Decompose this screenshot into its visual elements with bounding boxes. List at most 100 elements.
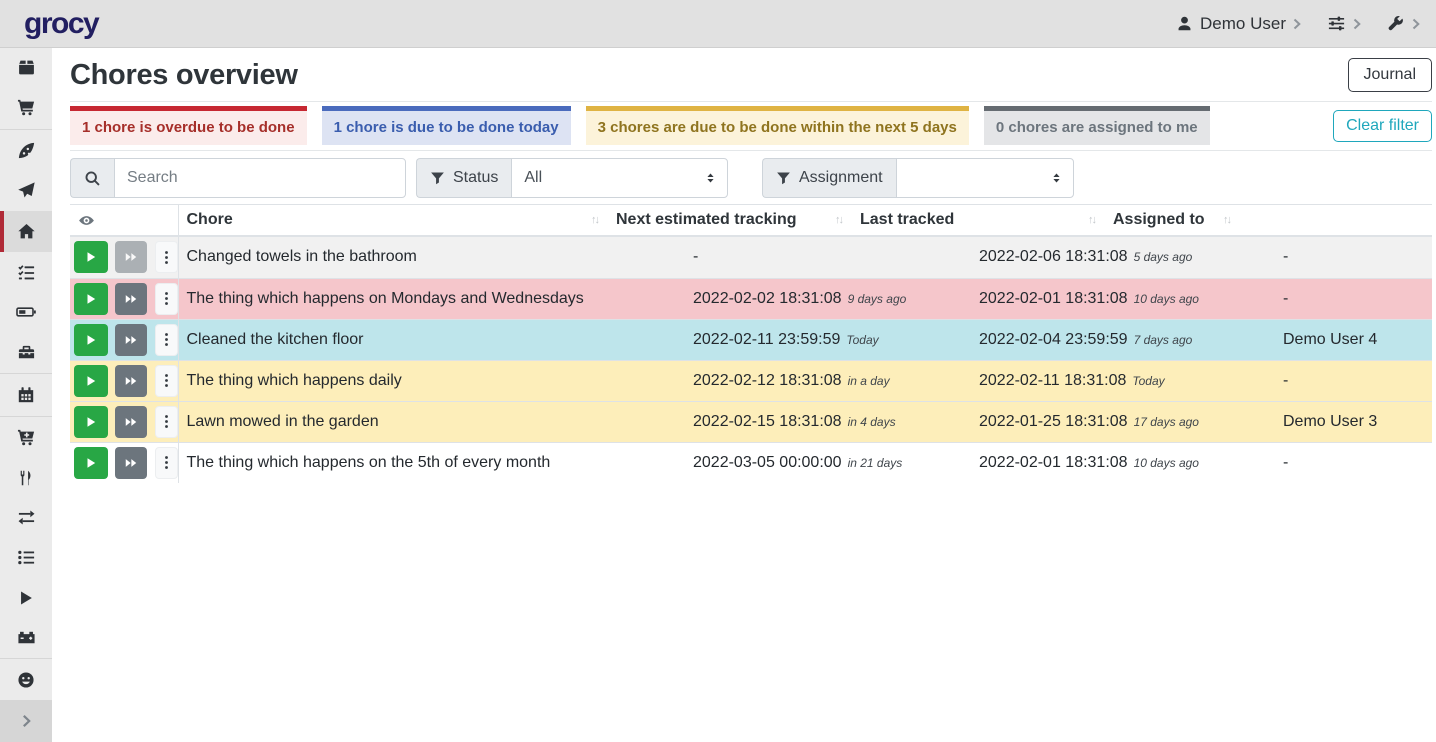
sidebar-item-transfer[interactable] [0, 498, 52, 538]
sidebar-item-consume[interactable] [0, 458, 52, 498]
table-row: Cleaned the kitchen floor 2022-02-11 23:… [70, 319, 1432, 360]
assignment-filter-group: Assignment [762, 158, 1074, 198]
table-row: The thing which happens on Mondays and W… [70, 278, 1432, 319]
shopping-cart-icon [17, 98, 36, 117]
track-chore-button[interactable] [74, 283, 108, 315]
chevron-right-icon [1293, 18, 1301, 30]
next-tracking-cell: 2022-02-12 18:31:08in a day [685, 360, 971, 401]
chore-name: The thing which happens daily [178, 360, 685, 401]
assigned-to-cell: - [1275, 360, 1432, 401]
overdue-chores-card[interactable]: 1 chore is overdue to be done [70, 106, 307, 145]
sidebar-item-recipes[interactable] [0, 131, 52, 171]
filter-icon [430, 171, 445, 186]
sidebar-item-meal-plan[interactable] [0, 171, 52, 211]
relative-time: Today [846, 333, 878, 347]
sidebar-item-chores-overview[interactable] [0, 211, 52, 253]
user-menu-label: Demo User [1200, 14, 1286, 34]
settings-menu[interactable] [1327, 14, 1361, 33]
next-tracking-cell: 2022-02-15 18:31:08in 4 days [685, 401, 971, 442]
home-icon [17, 222, 36, 241]
sidebar-item-purchase[interactable] [0, 418, 52, 458]
chore-name: The thing which happens on Mondays and W… [178, 278, 685, 319]
user-menu[interactable]: Demo User [1176, 14, 1301, 34]
sidebar-item-battery-tracking[interactable] [0, 617, 52, 657]
skip-chore-button[interactable] [115, 365, 147, 397]
chevron-right-icon [1412, 18, 1420, 30]
chore-row-menu-button[interactable] [155, 324, 178, 356]
sidebar-item-calendar[interactable] [0, 375, 52, 415]
next-tracking-cell: 2022-03-05 00:00:00in 21 days [685, 442, 971, 483]
status-filter-group: Status All [416, 158, 728, 198]
play-icon [84, 374, 98, 388]
track-chore-button[interactable] [74, 447, 108, 479]
column-header-next-tracking[interactable]: Next estimated tracking↑↓ [608, 205, 852, 237]
assignment-filter-label: Assignment [762, 158, 896, 198]
smiley-icon [17, 671, 35, 689]
sidebar [0, 48, 52, 742]
sidebar-item-shopping-list[interactable] [0, 88, 52, 128]
play-icon [84, 292, 98, 306]
sidebar-item-tasks[interactable] [0, 252, 52, 292]
column-header-assigned-to[interactable]: Assigned to↑↓ [1105, 205, 1240, 237]
toolbox-icon [17, 343, 36, 362]
sidebar-collapse-toggle[interactable] [0, 700, 52, 742]
chore-row-menu-button[interactable] [155, 406, 178, 438]
chore-row-menu-button[interactable] [155, 241, 178, 273]
play-icon [84, 333, 98, 347]
track-chore-button[interactable] [74, 241, 108, 273]
relative-time: 17 days ago [1134, 415, 1199, 429]
sidebar-item-batteries[interactable] [0, 292, 52, 332]
admin-menu[interactable] [1387, 15, 1420, 33]
relative-time: 10 days ago [1134, 292, 1199, 306]
sidebar-item-equipment[interactable] [0, 332, 52, 372]
clear-filter-button[interactable]: Clear filter [1333, 110, 1432, 142]
assignment-filter-select[interactable] [896, 158, 1074, 198]
status-filter-label: Status [416, 158, 511, 198]
chore-row-menu-button[interactable] [155, 283, 178, 315]
track-chore-button[interactable] [74, 406, 108, 438]
journal-button[interactable]: Journal [1348, 58, 1432, 92]
due-today-chores-card[interactable]: 1 chore is due to be done today [322, 106, 571, 145]
sidebar-item-user-settings[interactable] [0, 660, 52, 700]
skip-chore-button[interactable] [115, 324, 147, 356]
column-header-last-tracked[interactable]: Last tracked↑↓ [852, 205, 1105, 237]
filter-icon [776, 171, 791, 186]
due-soon-chores-card[interactable]: 3 chores are due to be done within the n… [586, 106, 969, 145]
select-arrows-icon [1051, 171, 1062, 185]
last-tracked-cell: 2022-02-01 18:31:0810 days ago [971, 442, 1275, 483]
car-battery-icon [17, 628, 36, 647]
sidebar-item-stock-overview[interactable] [0, 48, 52, 88]
fast-forward-icon [124, 374, 138, 388]
sidebar-item-inventory[interactable] [0, 538, 52, 578]
column-header-filler [1240, 205, 1432, 237]
column-header-chore[interactable]: Chore↑↓ [178, 205, 608, 237]
sliders-icon [1327, 14, 1346, 33]
chore-row-menu-button[interactable] [155, 365, 178, 397]
skip-chore-button[interactable] [115, 241, 147, 273]
assigned-to-cell: - [1275, 442, 1432, 483]
app-logo[interactable]: grocy [24, 7, 98, 41]
ellipsis-vertical-icon [164, 331, 169, 348]
last-tracked-cell: 2022-02-06 18:31:085 days ago [971, 237, 1275, 278]
track-chore-button[interactable] [74, 365, 108, 397]
search-input[interactable] [114, 158, 406, 198]
skip-chore-button[interactable] [115, 447, 147, 479]
status-filter-value: All [524, 169, 542, 187]
chore-row-menu-button[interactable] [155, 447, 178, 479]
assigned-to-me-card[interactable]: 0 chores are assigned to me [984, 106, 1210, 145]
next-tracking-cell: - [685, 237, 971, 278]
status-filter-select[interactable]: All [511, 158, 728, 198]
sidebar-divider [0, 129, 52, 130]
track-chore-button[interactable] [74, 324, 108, 356]
table-row: Lawn mowed in the garden 2022-02-15 18:3… [70, 401, 1432, 442]
skip-chore-button[interactable] [115, 283, 147, 315]
ellipsis-vertical-icon [164, 249, 169, 266]
ellipsis-vertical-icon [164, 290, 169, 307]
chore-name: Changed towels in the bathroom [178, 237, 685, 278]
skip-chore-button[interactable] [115, 406, 147, 438]
relative-time: in 21 days [848, 456, 903, 470]
relative-time: 9 days ago [848, 292, 907, 306]
chevron-right-icon [22, 714, 31, 728]
sidebar-item-chore-tracking[interactable] [0, 578, 52, 618]
pizza-slice-icon [17, 141, 36, 160]
